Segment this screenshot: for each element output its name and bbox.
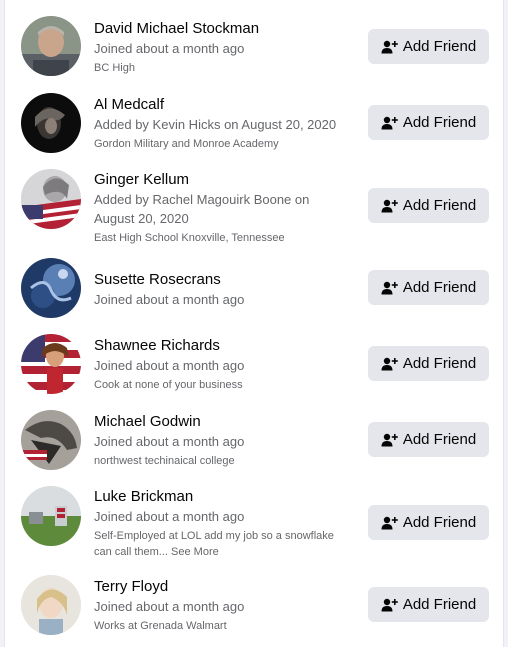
add-friend-button[interactable]: Add Friend <box>368 29 489 64</box>
person-detail: northwest techinaical college <box>94 455 235 467</box>
avatar[interactable] <box>21 334 81 394</box>
person-detail: Works at Grenada Walmart <box>94 620 227 632</box>
add-friend-icon <box>381 516 398 530</box>
person-name[interactable]: David Michael Stockman <box>94 19 359 39</box>
avatar[interactable] <box>21 16 81 76</box>
avatar[interactable] <box>21 575 81 635</box>
join-status: Joined about a month ago <box>94 292 245 307</box>
people-list-panel: David Michael Stockman Joined about a mo… <box>4 0 504 647</box>
add-friend-button[interactable]: Add Friend <box>368 505 489 540</box>
person-detail: Cook at none of your business <box>94 379 243 391</box>
add-friend-label: Add Friend <box>402 279 477 296</box>
add-friend-label: Add Friend <box>402 114 477 131</box>
add-friend-icon <box>381 598 398 612</box>
avatar[interactable] <box>21 169 81 229</box>
add-friend-button[interactable]: Add Friend <box>368 587 489 622</box>
add-friend-label: Add Friend <box>402 431 477 448</box>
person-name[interactable]: Ginger Kellum <box>94 170 359 190</box>
join-status: Joined about a month ago <box>94 509 245 524</box>
join-status: Joined about a month ago <box>94 599 245 614</box>
add-friend-icon <box>381 433 398 447</box>
add-friend-label: Add Friend <box>402 596 477 613</box>
add-friend-label: Add Friend <box>402 197 477 214</box>
add-friend-button[interactable]: Add Friend <box>368 422 489 457</box>
join-status: Joined about a month ago <box>94 41 245 56</box>
added-by-status: Added by Rachel Magouirk Boone on August … <box>94 192 310 226</box>
added-by-status: Added by Kevin Hicks on August 20, 2020 <box>94 117 337 132</box>
join-status: Joined about a month ago <box>94 434 245 449</box>
add-friend-label: Add Friend <box>402 514 477 531</box>
add-friend-button[interactable]: Add Friend <box>368 188 489 223</box>
add-friend-button[interactable]: Add Friend <box>368 346 489 381</box>
person-name[interactable]: Susette Rosecrans <box>94 270 359 290</box>
avatar[interactable] <box>21 486 81 546</box>
add-friend-icon <box>381 199 398 213</box>
person-name[interactable]: Michael Godwin <box>94 412 359 432</box>
add-friend-icon <box>381 281 398 295</box>
avatar[interactable] <box>21 258 81 318</box>
see-more-link[interactable]: See More <box>171 546 219 558</box>
join-status: Joined about a month ago <box>94 358 245 373</box>
add-friend-label: Add Friend <box>402 38 477 55</box>
person-detail: BC High <box>94 62 135 74</box>
person-detail: East High School Knoxville, Tennessee <box>94 232 285 244</box>
add-friend-label: Add Friend <box>402 355 477 372</box>
add-friend-icon <box>381 40 398 54</box>
avatar[interactable] <box>21 410 81 470</box>
add-friend-button[interactable]: Add Friend <box>368 105 489 140</box>
person-name[interactable]: Shawnee Richards <box>94 336 359 356</box>
add-friend-icon <box>381 357 398 371</box>
add-friend-icon <box>381 116 398 130</box>
person-name[interactable]: Luke Brickman <box>94 487 359 507</box>
add-friend-button[interactable]: Add Friend <box>368 270 489 305</box>
person-detail: Gordon Military and Monroe Academy <box>94 138 279 150</box>
person-detail: Self-Employed at LOL add my job so a sno… <box>94 530 334 558</box>
person-name[interactable]: Al Medcalf <box>94 95 359 115</box>
person-name[interactable]: Terry Floyd <box>94 577 359 597</box>
avatar[interactable] <box>21 93 81 153</box>
